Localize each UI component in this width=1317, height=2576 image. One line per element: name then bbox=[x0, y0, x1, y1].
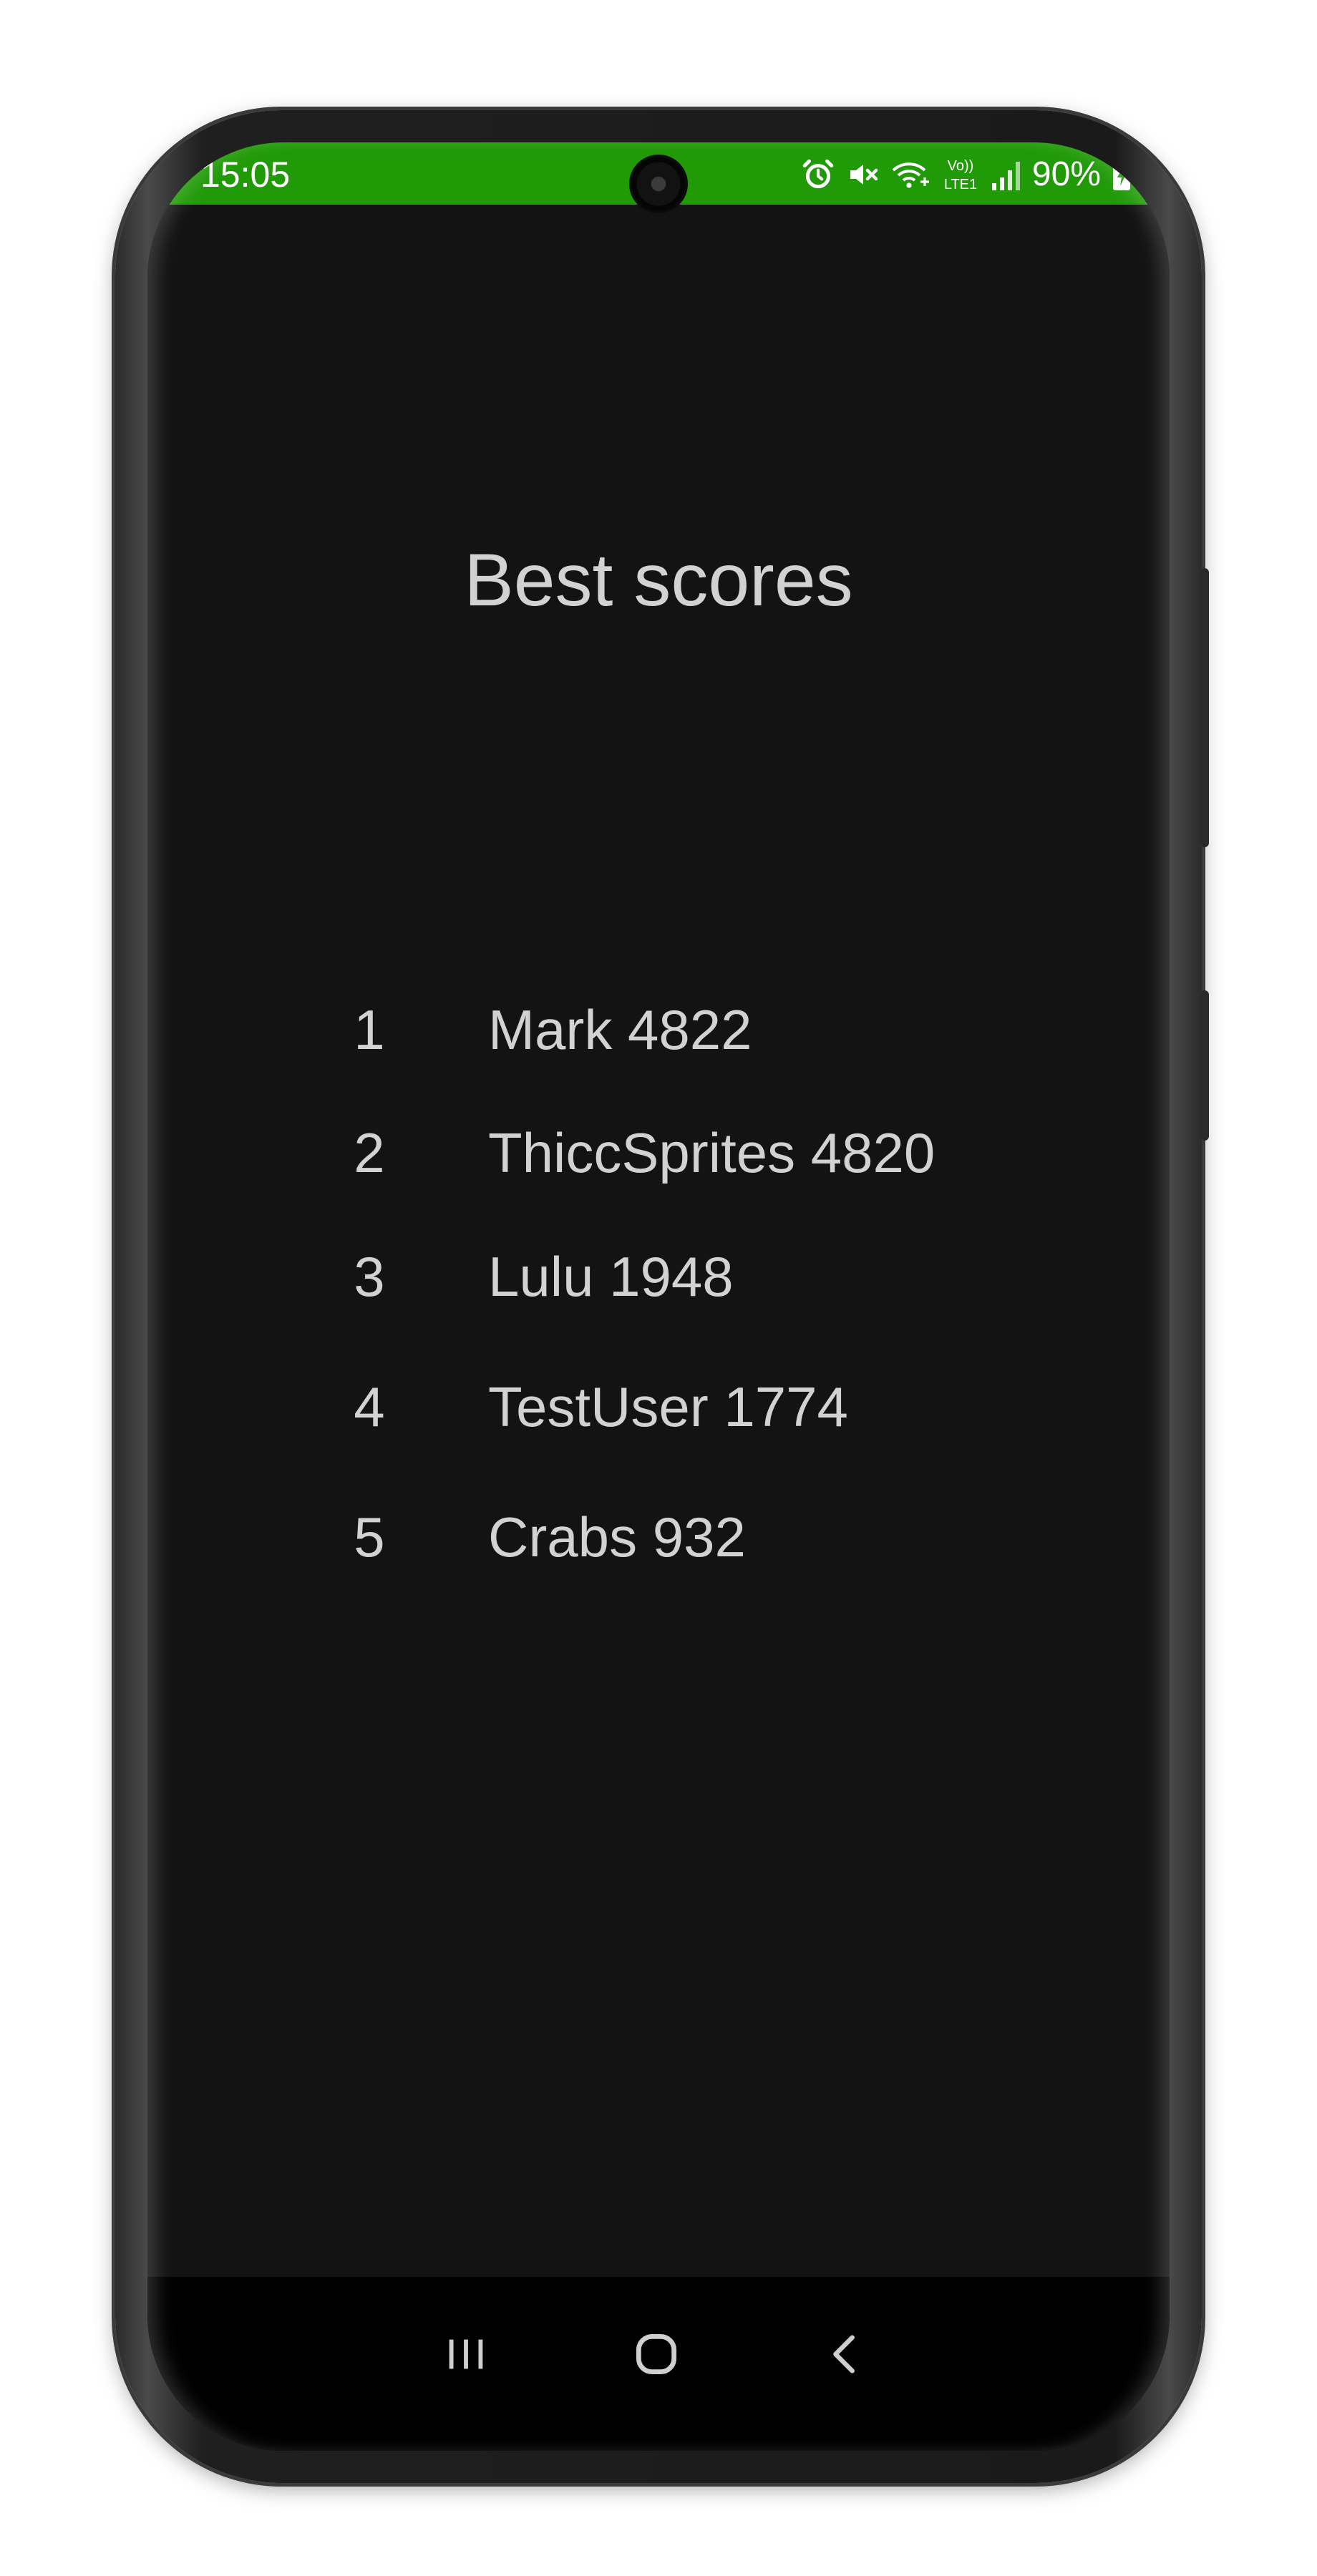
recents-icon bbox=[441, 2329, 491, 2383]
score-rank: 1 bbox=[354, 998, 385, 1061]
phone-frame: 15:05 Vo)) LTE1 90% Best scores 1 Mark 4… bbox=[115, 110, 1209, 2483]
list-item: 1 Mark 4822 bbox=[147, 994, 1170, 1065]
score-entry: Crabs 932 bbox=[488, 1506, 746, 1568]
score-rank: 4 bbox=[354, 1375, 385, 1438]
volume-button bbox=[1200, 990, 1209, 1141]
list-item: 5 Crabs 932 bbox=[147, 1501, 1170, 1573]
recents-button[interactable] bbox=[416, 2306, 516, 2406]
back-icon bbox=[821, 2329, 871, 2383]
navigation-bar bbox=[147, 2277, 1170, 2451]
score-list: 1 Mark 4822 2 ThiccSprites 4820 3 Lulu 1… bbox=[147, 142, 1170, 2451]
list-item: 4 TestUser 1774 bbox=[147, 1371, 1170, 1443]
home-button[interactable] bbox=[606, 2306, 706, 2406]
score-entry: ThiccSprites 4820 bbox=[488, 1121, 935, 1184]
score-rank: 2 bbox=[354, 1121, 385, 1184]
back-button[interactable] bbox=[796, 2306, 896, 2406]
list-item: 3 Lulu 1948 bbox=[147, 1241, 1170, 1312]
score-rank: 5 bbox=[354, 1506, 385, 1568]
screen: 15:05 Vo)) LTE1 90% Best scores 1 Mark 4… bbox=[147, 142, 1170, 2451]
home-icon bbox=[630, 2328, 683, 2384]
score-entry: Lulu 1948 bbox=[488, 1245, 734, 1308]
list-item: 2 ThiccSprites 4820 bbox=[147, 1117, 1170, 1189]
score-rank: 3 bbox=[354, 1245, 385, 1308]
score-entry: TestUser 1774 bbox=[488, 1375, 848, 1438]
power-button bbox=[1200, 568, 1209, 847]
score-entry: Mark 4822 bbox=[488, 998, 752, 1061]
